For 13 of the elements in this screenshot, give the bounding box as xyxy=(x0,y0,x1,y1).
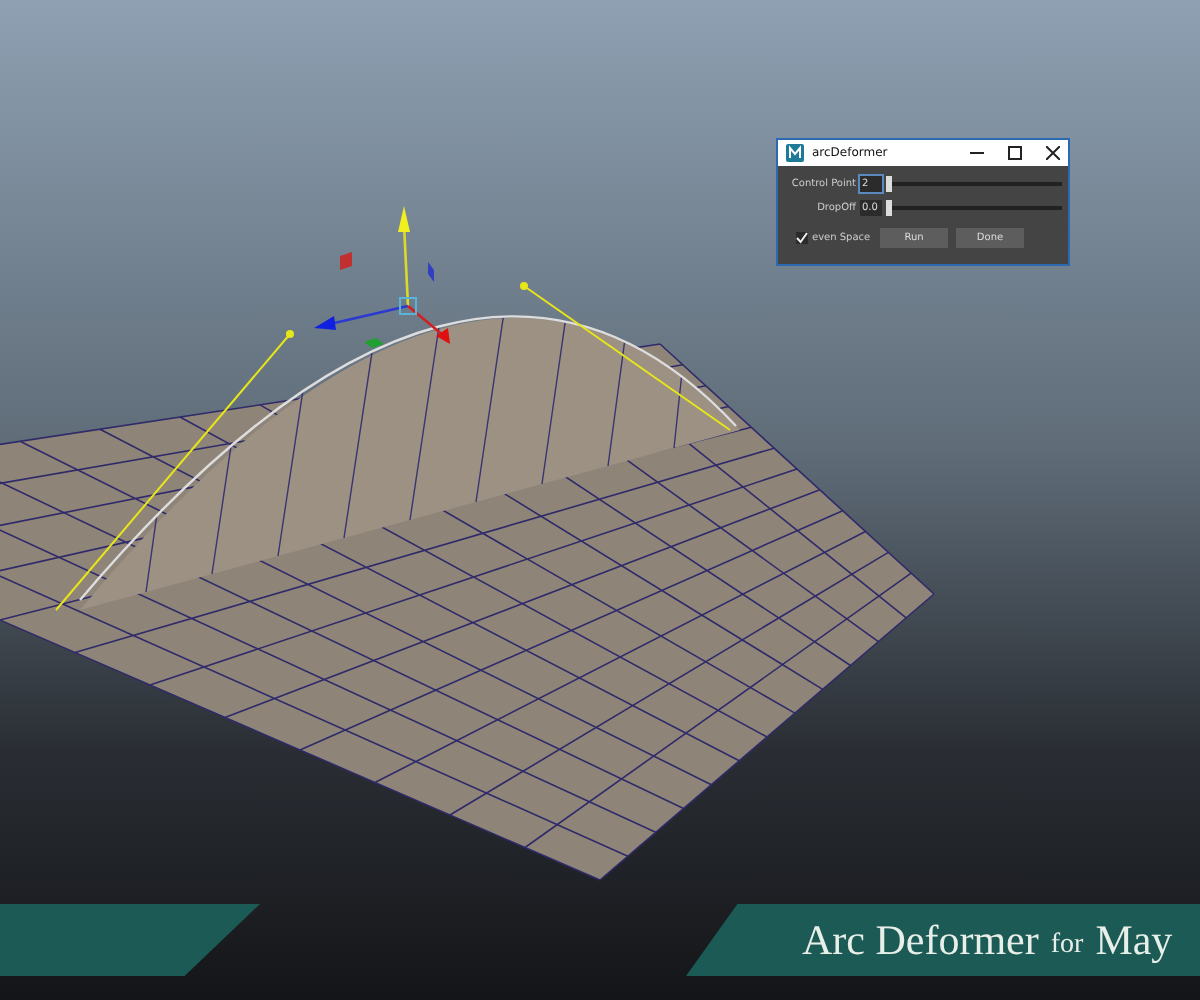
move-manipulator-drawing[interactable] xyxy=(314,206,450,348)
checkmark-icon xyxy=(796,231,808,243)
banner-title: Arc Deformer xyxy=(802,916,1039,964)
minimize-icon[interactable] xyxy=(970,146,984,160)
checkbox[interactable] xyxy=(796,231,808,243)
close-icon[interactable] xyxy=(1046,146,1060,160)
handle-line[interactable] xyxy=(55,330,294,611)
handle-line[interactable] xyxy=(520,282,731,431)
slider-thumb[interactable] xyxy=(886,199,892,215)
slider-thumb[interactable] xyxy=(886,175,892,191)
banner-connector: for xyxy=(1050,928,1084,964)
maximize-icon[interactable] xyxy=(1008,146,1022,160)
banner-product: May xyxy=(1095,916,1173,964)
